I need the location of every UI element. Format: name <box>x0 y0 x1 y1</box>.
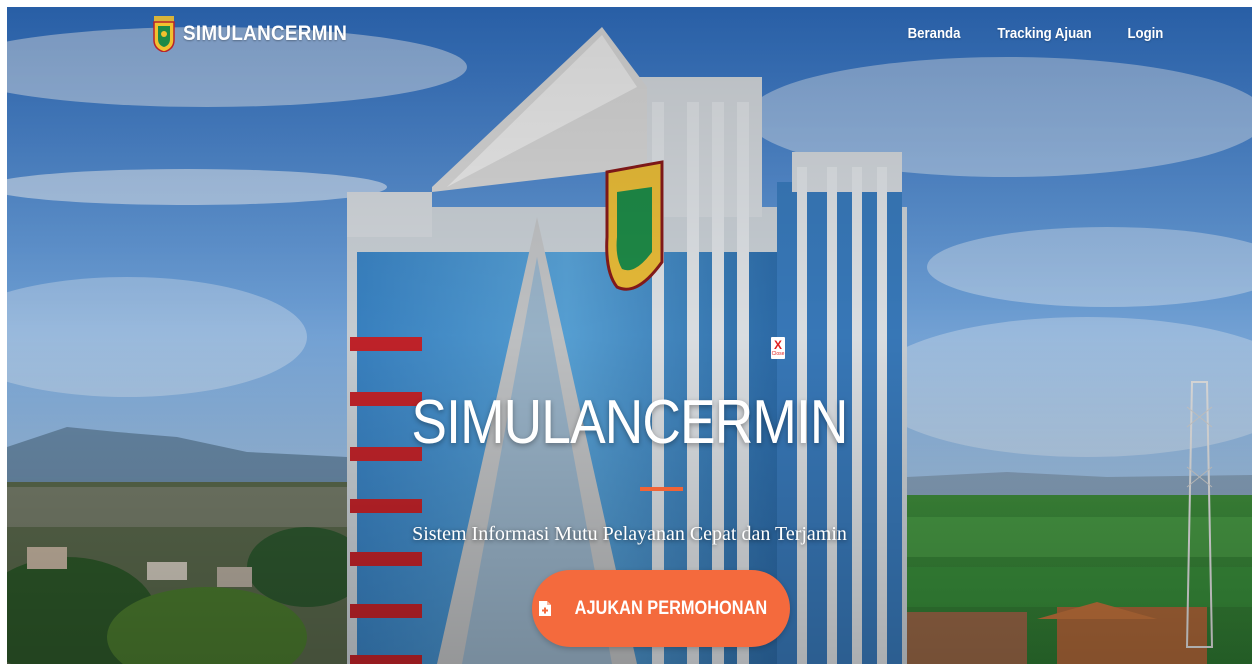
file-plus-icon <box>539 601 552 616</box>
hero-background-image <box>7 7 1252 664</box>
brand-logo-icon <box>153 16 175 52</box>
ajukan-permohonan-label: AJUKAN PERMOHONAN <box>574 597 768 619</box>
hero-title: SIMULANCERMIN <box>411 388 848 457</box>
brand-name: SIMULANCERMIN <box>183 22 348 45</box>
nav-link-login[interactable]: Login <box>1128 25 1164 42</box>
navbar: SIMULANCERMIN Beranda Tracking Ajuan Log… <box>7 7 1252 63</box>
hero-subtitle: Sistem Informasi Mutu Pelayanan Cepat da… <box>412 523 847 545</box>
ajukan-permohonan-button[interactable]: AJUKAN PERMOHONAN <box>532 570 790 647</box>
nav-link-tracking-ajuan[interactable]: Tracking Ajuan <box>998 25 1092 42</box>
nav-link-beranda[interactable]: Beranda <box>908 25 961 42</box>
main-nav: Beranda Tracking Ajuan Login <box>904 25 1166 42</box>
brand[interactable]: SIMULANCERMIN <box>153 11 365 57</box>
close-badge-label: Close <box>771 351 785 357</box>
hero-section: SIMULANCERMIN Beranda Tracking Ajuan Log… <box>7 7 1252 664</box>
close-badge-button[interactable]: X Close <box>771 337 785 359</box>
title-divider <box>640 487 683 491</box>
close-icon: X <box>773 338 782 352</box>
